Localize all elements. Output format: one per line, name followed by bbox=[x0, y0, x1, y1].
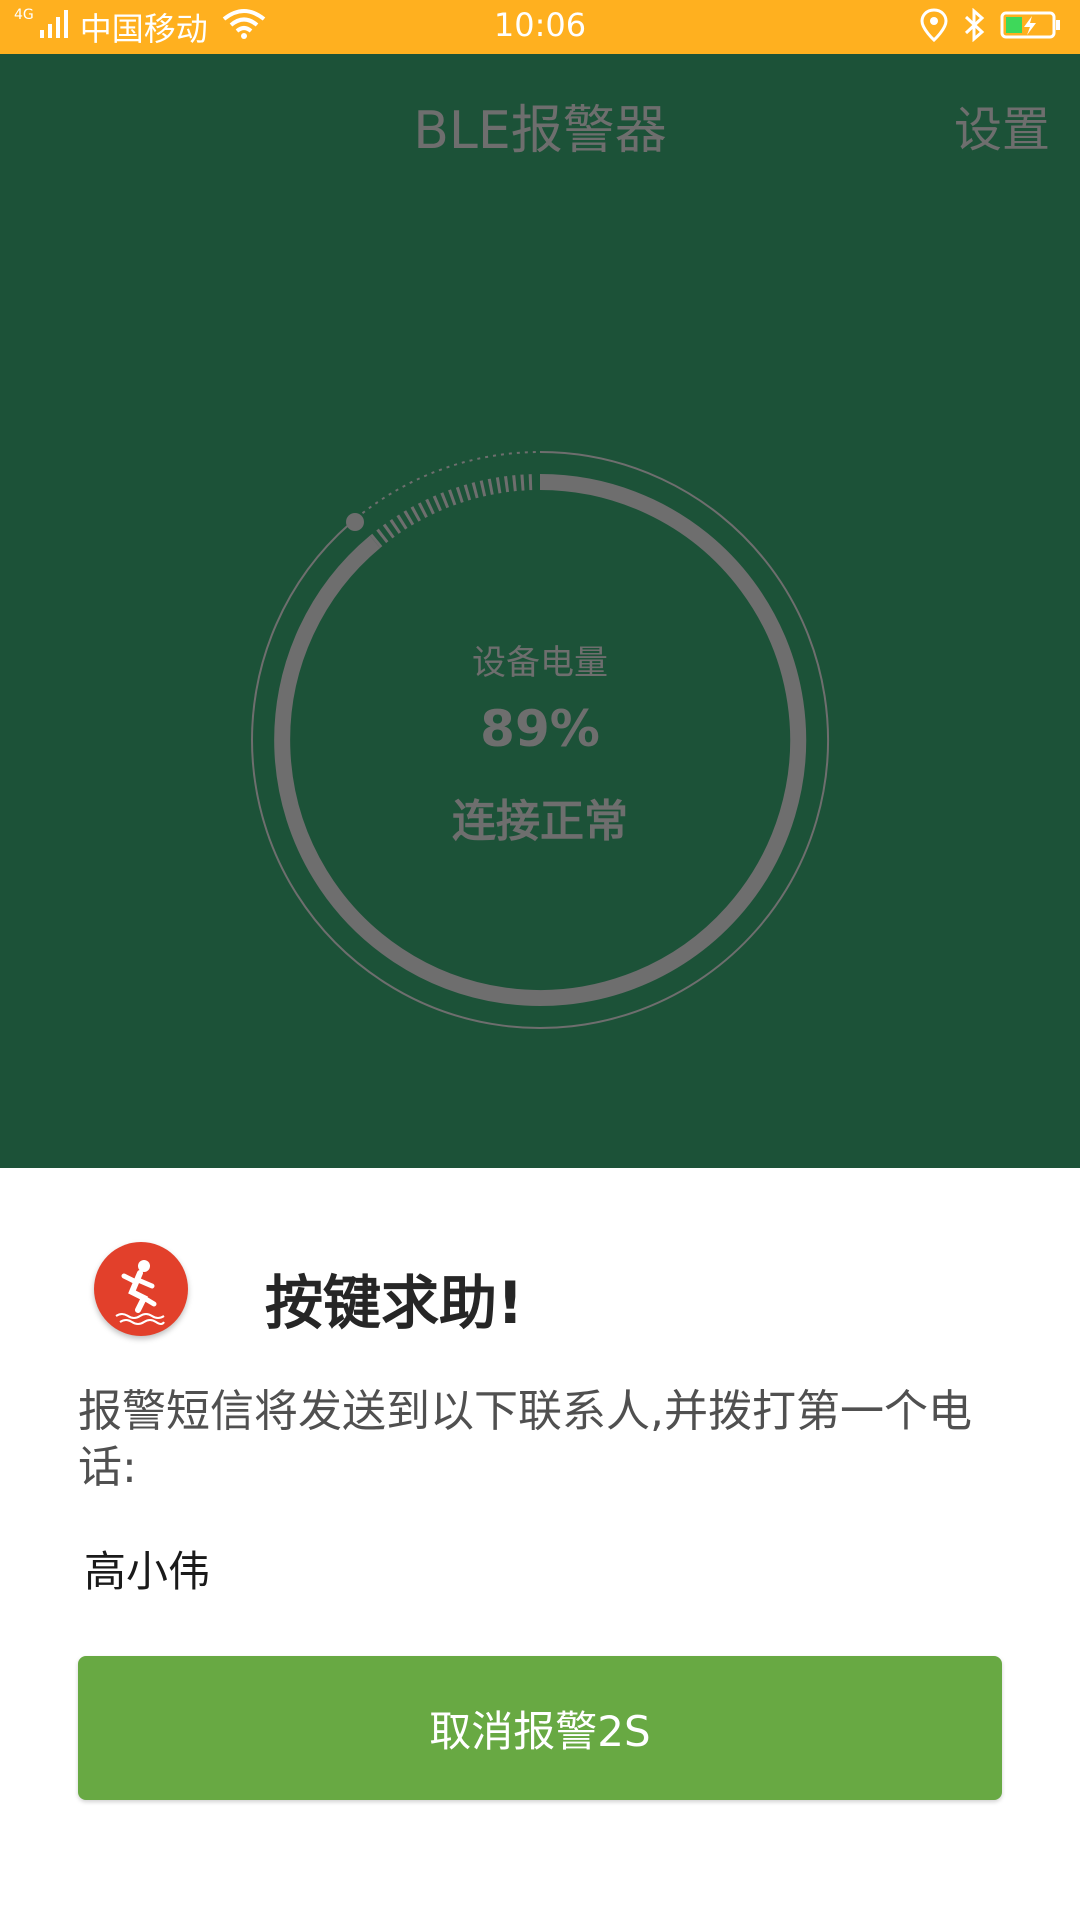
fall-alert-icon bbox=[94, 1242, 188, 1336]
alert-dialog: 按键求助! 报警短信将发送到以下联系人,并拨打第一个电话: 高小伟 取消报警2S bbox=[0, 1168, 1080, 1920]
dialog-message: 报警短信将发送到以下联系人,并拨打第一个电话: bbox=[78, 1386, 972, 1493]
gauge-outer-ring-dotted bbox=[349, 451, 541, 525]
status-right bbox=[920, 7, 1062, 46]
battery-level-value: 89% bbox=[480, 700, 600, 758]
gauge-marker-dot bbox=[346, 513, 364, 531]
gauge-tick-arc bbox=[369, 474, 536, 548]
battery-icon bbox=[1000, 10, 1062, 44]
page-title: BLE报警器 bbox=[413, 101, 667, 161]
app-header: BLE报警器 设置 bbox=[0, 54, 1080, 190]
contact-name: 高小伟 bbox=[84, 1547, 211, 1596]
connection-status: 连接正常 bbox=[452, 796, 628, 847]
battery-gauge: 设备电量 89% 连接正常 bbox=[240, 440, 840, 1040]
settings-button[interactable]: 设置 bbox=[954, 90, 1050, 160]
gauge-title: 设备电量 bbox=[472, 643, 608, 683]
bluetooth-icon bbox=[962, 7, 986, 46]
status-bar: 4G 中国移动 10:06 bbox=[0, 0, 1080, 54]
screen: 4G 中国移动 10:06 BLE报警器 设置 设备电量 89% 连接正常 按键… bbox=[0, 0, 1080, 1920]
dialog-title: 按键求助! bbox=[265, 1269, 524, 1337]
cancel-alarm-button[interactable]: 取消报警2S bbox=[78, 1656, 1002, 1800]
location-icon bbox=[920, 8, 948, 46]
clock: 10:06 bbox=[493, 6, 587, 44]
